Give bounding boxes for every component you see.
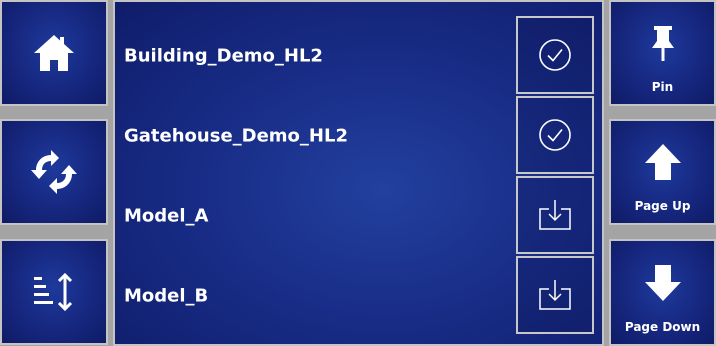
- list-item[interactable]: Model_A: [115, 176, 602, 256]
- pin-button[interactable]: Pin: [609, 0, 716, 106]
- model-name: Building_Demo_HL2: [124, 45, 323, 67]
- checkmark-circle-icon: [539, 119, 571, 151]
- model-download-button[interactable]: [516, 176, 594, 254]
- list-item[interactable]: Building_Demo_HL2: [115, 16, 602, 96]
- arrow-down-icon: [644, 264, 681, 301]
- sync-button[interactable]: [0, 119, 108, 225]
- arrow-up-icon: [644, 144, 681, 180]
- sort-icon: [34, 272, 73, 312]
- page-up-label: Page Up: [634, 199, 691, 213]
- page-down-button[interactable]: Page Down: [609, 239, 716, 346]
- model-name: Gatehouse_Demo_HL2: [124, 125, 348, 147]
- page-up-button[interactable]: Page Up: [609, 119, 716, 225]
- pin-label: Pin: [651, 80, 674, 94]
- model-status-button[interactable]: [516, 16, 594, 94]
- sync-icon: [31, 150, 77, 194]
- model-status-button[interactable]: [516, 96, 594, 174]
- model-download-button[interactable]: [516, 256, 594, 334]
- home-button[interactable]: [0, 0, 108, 106]
- download-icon: [539, 200, 571, 230]
- checkmark-circle-icon: [539, 39, 571, 71]
- pin-icon: [651, 26, 674, 61]
- model-name: Model_B: [124, 285, 209, 307]
- download-icon: [539, 280, 571, 310]
- model-list-panel: Building_Demo_HL2 Gatehouse_Demo_HL2 Mod…: [113, 0, 604, 346]
- home-icon: [34, 35, 74, 71]
- list-item[interactable]: Model_B: [115, 256, 602, 336]
- sort-button[interactable]: [0, 239, 108, 345]
- list-item[interactable]: Gatehouse_Demo_HL2: [115, 96, 602, 176]
- model-name: Model_A: [124, 205, 209, 227]
- page-down-label: Page Down: [624, 320, 701, 334]
